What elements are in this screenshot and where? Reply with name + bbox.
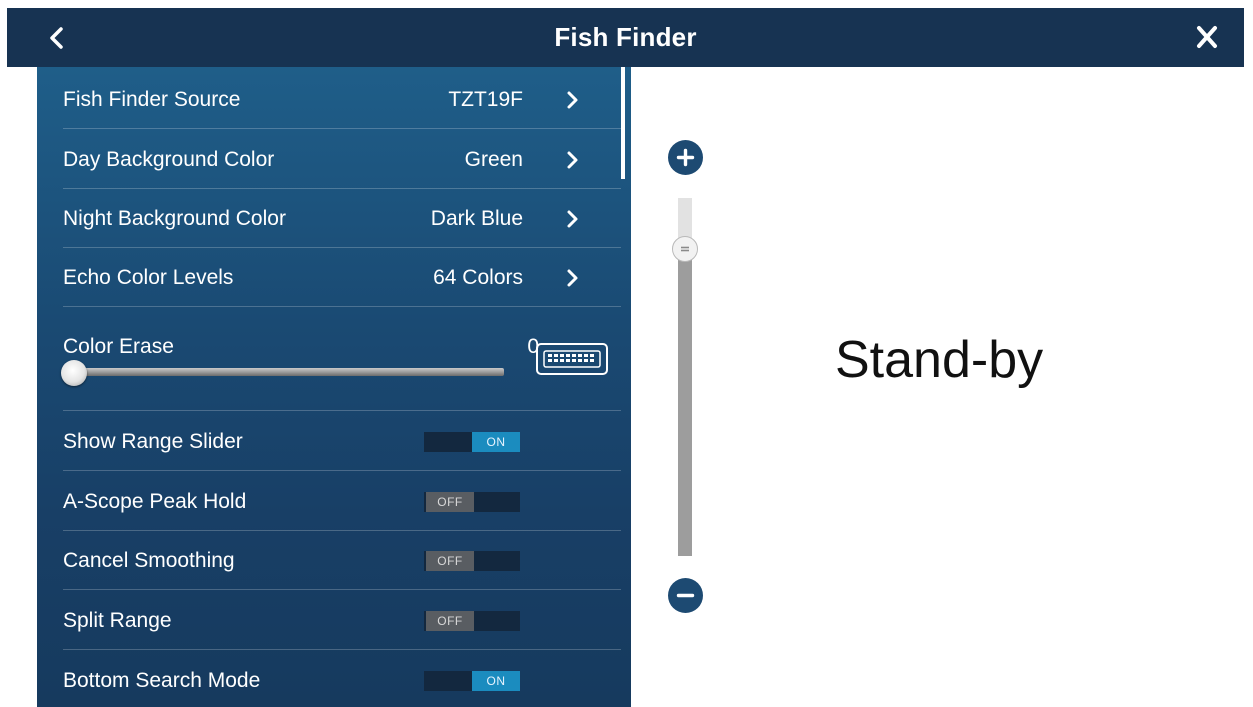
color-erase-slider-thumb[interactable]	[61, 360, 87, 386]
echo-color-levels-label: Echo Color Levels	[63, 266, 234, 289]
night-background-color-label: Night Background Color	[63, 207, 286, 230]
standby-status: Stand-by	[835, 331, 1044, 389]
title-bar: Fish Finder	[7, 8, 1244, 67]
echo-color-levels-row[interactable]: Echo Color Levels 64 Colors	[63, 247, 621, 307]
page-title: Fish Finder	[554, 22, 697, 52]
scrollbar[interactable]	[621, 67, 625, 179]
zoom-out-button[interactable]	[668, 578, 703, 613]
minus-icon	[676, 593, 695, 598]
cancel-smoothing-label: Cancel Smoothing	[63, 549, 235, 572]
fish-finder-source-label: Fish Finder Source	[63, 88, 241, 111]
a-scope-peak-hold-row: A-Scope Peak Hold OFF	[63, 471, 621, 531]
plus-icon	[676, 148, 695, 167]
a-scope-peak-hold-toggle[interactable]: OFF	[424, 492, 520, 512]
zoom-in-button[interactable]	[668, 140, 703, 175]
close-icon	[1197, 26, 1217, 48]
split-range-row: Split Range OFF	[63, 590, 621, 650]
split-range-label: Split Range	[63, 609, 172, 632]
chevron-right-icon	[567, 269, 578, 287]
split-range-toggle[interactable]: OFF	[424, 611, 520, 631]
grip-icon	[681, 246, 689, 252]
bottom-search-mode-toggle[interactable]: ON	[424, 671, 520, 691]
chevron-right-icon	[567, 210, 578, 228]
fish-finder-source-value: TZT19F	[448, 88, 523, 111]
toggle-state: OFF	[426, 551, 474, 571]
keyboard-button[interactable]	[536, 343, 608, 375]
settings-panel: Fish Finder Source TZT19F Day Background…	[37, 67, 631, 707]
color-erase-slider[interactable]	[64, 368, 504, 376]
night-background-color-value: Dark Blue	[430, 207, 523, 230]
toggle-state: ON	[472, 432, 520, 452]
toggle-state: OFF	[426, 611, 474, 631]
chevron-right-icon	[567, 91, 578, 109]
day-background-color-label: Day Background Color	[63, 148, 275, 171]
fish-finder-source-row[interactable]: Fish Finder Source TZT19F	[63, 69, 621, 129]
close-button[interactable]	[1189, 20, 1229, 56]
echo-color-levels-value: 64 Colors	[433, 266, 523, 289]
bottom-search-mode-label: Bottom Search Mode	[63, 669, 261, 692]
show-range-slider-row: Show Range Slider ON	[63, 411, 621, 471]
range-slider-track[interactable]	[678, 248, 692, 556]
show-range-slider-label: Show Range Slider	[63, 430, 243, 453]
color-erase-label: Color Erase	[63, 335, 174, 358]
range-slider-thumb[interactable]	[672, 236, 698, 262]
toggle-state: OFF	[426, 492, 474, 512]
chevron-right-icon	[567, 151, 578, 169]
day-background-color-row[interactable]: Day Background Color Green	[63, 129, 621, 189]
cancel-smoothing-row: Cancel Smoothing OFF	[63, 530, 621, 590]
keyboard-icon	[543, 350, 601, 368]
bottom-search-mode-row: Bottom Search Mode ON	[63, 650, 621, 707]
day-background-color-value: Green	[464, 148, 523, 171]
toggle-state: ON	[472, 671, 520, 691]
night-background-color-row[interactable]: Night Background Color Dark Blue	[63, 188, 621, 248]
show-range-slider-toggle[interactable]: ON	[424, 432, 520, 452]
cancel-smoothing-toggle[interactable]: OFF	[424, 551, 520, 571]
a-scope-peak-hold-label: A-Scope Peak Hold	[63, 490, 247, 513]
